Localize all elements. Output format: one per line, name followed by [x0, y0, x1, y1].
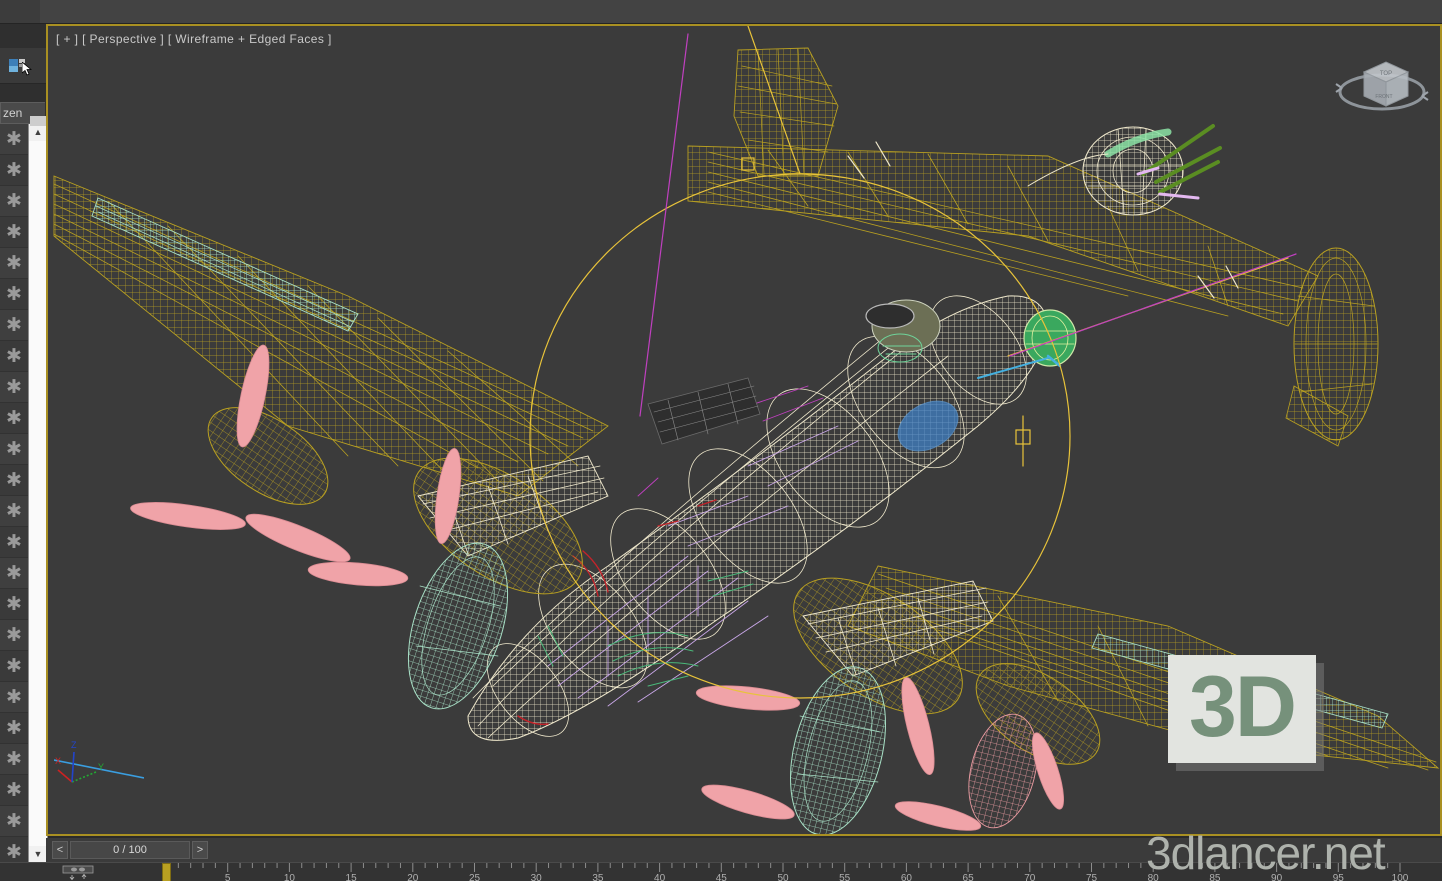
- scrollbar-thumb[interactable]: [30, 116, 46, 126]
- snowflake-freeze-icon[interactable]: ✱: [4, 750, 24, 770]
- viewcube-front-label: FRONT: [1375, 94, 1392, 100]
- watermark-logo: 3D: [1168, 655, 1324, 771]
- snowflake-freeze-icon[interactable]: ✱: [4, 502, 24, 522]
- freeze-row[interactable]: ✱: [0, 124, 28, 155]
- snowflake-freeze-icon[interactable]: ✱: [4, 688, 24, 708]
- freeze-row[interactable]: ✱: [0, 403, 28, 434]
- top-toolbar-strip: [0, 0, 1442, 24]
- ruler-tick-label: 35: [592, 873, 604, 881]
- command-panel-column: zen ✱✱✱✱✱✱✱✱✱✱✱✱✱✱✱✱✱✱✱✱✱✱✱✱ ▲ ▼ »: [0, 24, 48, 881]
- snowflake-freeze-icon[interactable]: ✱: [4, 626, 24, 646]
- snowflake-freeze-icon[interactable]: ✱: [4, 440, 24, 460]
- freeze-row[interactable]: ✱: [0, 248, 28, 279]
- snowflake-freeze-icon[interactable]: ✱: [4, 409, 24, 429]
- ruler-tick-label: 65: [963, 873, 975, 881]
- snowflake-freeze-icon[interactable]: ✱: [4, 843, 24, 863]
- snowflake-freeze-icon[interactable]: ✱: [4, 471, 24, 491]
- snowflake-freeze-icon[interactable]: ✱: [4, 223, 24, 243]
- command-panel-scrollbar[interactable]: ▲ ▼: [28, 116, 48, 864]
- freeze-row[interactable]: ✱: [0, 744, 28, 775]
- freeze-row[interactable]: ✱: [0, 713, 28, 744]
- ruler-tick-label: 5: [225, 873, 231, 881]
- snowflake-freeze-icon[interactable]: ✱: [4, 564, 24, 584]
- tail-section: [687, 47, 1379, 447]
- snowflake-freeze-icon[interactable]: ✱: [4, 254, 24, 274]
- viewport-label[interactable]: [ + ] [ Perspective ] [ Wireframe + Edge…: [56, 32, 332, 46]
- scrollbar-track[interactable]: [29, 141, 47, 846]
- snowflake-freeze-icon[interactable]: ✱: [4, 657, 24, 677]
- ruler-tick-label: 25: [469, 873, 481, 881]
- freeze-icon-list: ✱ ✱ ✱ ✱ ✱ ✱ ✱ ✱ ✱ ✱ ✱ ✱ ✱ ✱ ✱ ✱ ✱ ✱ ✱ ✱ ✱ ✱ ✱ ✱: [0, 124, 28, 864]
- ruler-tick-label: 10: [284, 873, 296, 881]
- frame-counter-field[interactable]: 0 / 100: [70, 841, 190, 859]
- snowflake-freeze-icon[interactable]: ✱: [4, 595, 24, 615]
- ruler-tick-label: 30: [531, 873, 543, 881]
- viewcube-top-label: TOP: [1380, 71, 1392, 77]
- freeze-row[interactable]: ✱: [0, 434, 28, 465]
- freeze-row[interactable]: ✱: [0, 682, 28, 713]
- snowflake-freeze-icon[interactable]: ✱: [4, 533, 24, 553]
- freeze-row[interactable]: ✱: [0, 341, 28, 372]
- left-wing: [53, 175, 609, 497]
- z-axis-label: Z: [71, 740, 77, 750]
- freeze-row[interactable]: ✱: [0, 527, 28, 558]
- axis-tripod: X Y Z: [54, 740, 144, 783]
- snowflake-freeze-icon[interactable]: ✱: [4, 812, 24, 832]
- ruler-tick-label: 70: [1024, 873, 1036, 881]
- freeze-row[interactable]: ✱: [0, 279, 28, 310]
- frozen-tab-label: zen: [3, 106, 23, 120]
- snowflake-freeze-icon[interactable]: ✱: [4, 316, 24, 336]
- ruler-tick-label: 75: [1086, 873, 1098, 881]
- snowflake-freeze-icon[interactable]: ✱: [4, 719, 24, 739]
- next-frame-button[interactable]: >: [192, 841, 208, 859]
- freeze-row[interactable]: ✱: [0, 217, 28, 248]
- freeze-row[interactable]: ✱: [0, 837, 28, 864]
- ruler-tick-label: 40: [654, 873, 666, 881]
- freeze-row[interactable]: ✱: [0, 806, 28, 837]
- ruler-tick-label: 50: [777, 873, 789, 881]
- snowflake-freeze-icon[interactable]: ✱: [4, 347, 24, 367]
- freeze-row[interactable]: ✱: [0, 589, 28, 620]
- ruler-tick-label: 20: [407, 873, 419, 881]
- snowflake-freeze-icon[interactable]: ✱: [4, 285, 24, 305]
- z-axis-line: [71, 751, 75, 783]
- x-axis-label: X: [55, 756, 61, 766]
- ruler-tick-label: 15: [346, 873, 358, 881]
- freeze-row[interactable]: ✱: [0, 465, 28, 496]
- prev-frame-button[interactable]: <: [52, 841, 68, 859]
- watermark-site-text: 3dlancer.net: [1146, 827, 1386, 879]
- x-axis-line: [57, 769, 73, 783]
- app-root: zen ✱✱✱✱✱✱✱✱✱✱✱✱✱✱✱✱✱✱✱✱✱✱✱✱ ▲ ▼ » [ + ]…: [0, 0, 1442, 881]
- freeze-row[interactable]: ✱: [0, 775, 28, 806]
- ruler-tick-label: 45: [716, 873, 728, 881]
- freeze-row[interactable]: ✱: [0, 155, 28, 186]
- ruler-tick-label: 55: [839, 873, 851, 881]
- snowflake-freeze-icon[interactable]: ✱: [4, 781, 24, 801]
- time-slider-handle[interactable]: [162, 863, 171, 881]
- freeze-row[interactable]: ✱: [0, 620, 28, 651]
- freeze-row[interactable]: ✱: [0, 651, 28, 682]
- viewcube[interactable]: TOP FRONT: [1334, 48, 1430, 118]
- scroll-up-icon[interactable]: ▲: [29, 124, 47, 141]
- snowflake-freeze-icon[interactable]: ✱: [4, 378, 24, 398]
- top-toolbar-inner: [40, 0, 1442, 23]
- snowflake-freeze-icon[interactable]: ✱: [4, 130, 24, 150]
- scroll-down-icon[interactable]: ▼: [29, 846, 47, 863]
- cursor-arrow-icon: [22, 62, 32, 76]
- freeze-row[interactable]: ✱: [0, 310, 28, 341]
- freeze-row[interactable]: ✱: [0, 372, 28, 403]
- snowflake-freeze-icon[interactable]: ✱: [4, 192, 24, 212]
- ruler-tick-label: 100: [1392, 873, 1409, 881]
- freeze-row[interactable]: ✱: [0, 558, 28, 589]
- ruler-tick-label: 60: [901, 873, 913, 881]
- freeze-row[interactable]: ✱: [0, 496, 28, 527]
- freeze-row[interactable]: ✱: [0, 186, 28, 217]
- bomb-bay-grid: [647, 377, 761, 445]
- watermark-card: 3D: [1168, 655, 1316, 763]
- y-axis-line: [71, 771, 97, 783]
- watermark-logo-text: 3D: [1189, 659, 1297, 755]
- select-object-button[interactable]: [0, 48, 46, 84]
- y-axis-label: Y: [98, 762, 104, 772]
- snowflake-freeze-icon[interactable]: ✱: [4, 161, 24, 181]
